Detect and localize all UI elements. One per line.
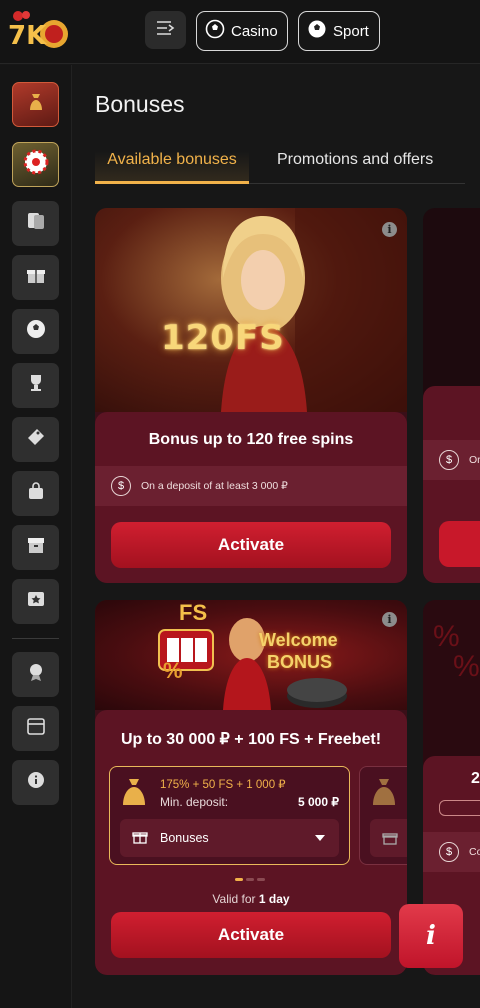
info-fab-button[interactable]: i (399, 904, 463, 968)
dollar-coin-icon: $ (111, 476, 131, 496)
validity-value: 1 day (258, 892, 290, 906)
bonus-panel: Up to 30 000 ₽ + 100 FS + Freebet! 175% … (95, 710, 407, 975)
bonus-title: Up to 30 000 ₽ + 100 FS + Freebet! (120, 731, 382, 748)
bonus-option-selected[interactable]: 175% + 50 FS + 1 000 ₽ Min. deposit: 5 0… (109, 766, 350, 865)
info-icon[interactable]: i (382, 612, 397, 627)
menu-collapse-icon (156, 20, 176, 41)
carousel-dot[interactable] (235, 878, 243, 881)
bonus-panel: Bonus up to 120 free spins $ On a deposi… (95, 412, 407, 583)
bonus-type-select[interactable]: Bonuses (120, 819, 339, 857)
bonus-card-peek[interactable]: $ Or (423, 208, 480, 583)
peek-deposit-row: $ Co (423, 832, 480, 872)
validity-text: Valid for 1 day (95, 892, 407, 906)
soccer-ball-icon (205, 19, 225, 43)
hero-fs: FS (179, 600, 208, 625)
bonus-card: FS % Welcome BONUS i Up to 30 000 ₽ + 10… (95, 600, 407, 975)
percent-icon: % (453, 650, 480, 683)
info-icon (27, 771, 45, 794)
percent-icon: % (163, 658, 183, 683)
hero-bonus: BONUS (267, 652, 333, 672)
sidebar-item-cards[interactable] (12, 201, 59, 246)
casino-button[interactable]: Casino (196, 11, 288, 51)
sidebar-item-vip[interactable] (12, 579, 59, 624)
deposit-condition: $ On a deposit of at least 3 000 ₽ (95, 466, 407, 506)
gift-icon (382, 830, 398, 851)
peek-deposit-row: $ Or (423, 440, 480, 480)
calendar-icon (25, 715, 47, 742)
carousel-dot[interactable] (246, 878, 254, 881)
min-deposit-value: 5 000 ₽ (298, 795, 339, 809)
top-bar: 7K Casino Sport (0, 0, 480, 64)
money-bag-icon (370, 777, 398, 812)
bonus-hero-image: FS % Welcome BONUS i (95, 600, 407, 710)
sidebar-item-roulette[interactable] (12, 142, 59, 187)
shopping-bag-icon (25, 480, 47, 507)
peek-deposit-text: Co (469, 846, 480, 858)
sport-button[interactable]: Sport (298, 11, 380, 51)
carousel-dot[interactable] (257, 878, 265, 881)
sidebar-item-sport[interactable] (12, 309, 59, 354)
gift-icon (132, 829, 148, 848)
casino-label: Casino (231, 22, 278, 40)
sidebar-item-tournaments[interactable] (12, 363, 59, 408)
min-deposit-label: Min. deposit: (160, 795, 229, 809)
dollar-coin-icon: $ (439, 450, 459, 470)
hero-text: 120FS (161, 318, 285, 358)
cards-icon (25, 210, 47, 237)
peek-title: 2 (471, 770, 480, 787)
sidebar-item-bonuses[interactable] (12, 82, 59, 127)
bonus-title: Bonus up to 120 free spins (148, 431, 354, 448)
menu-toggle-button[interactable] (145, 11, 186, 49)
trophy-icon (25, 372, 47, 399)
sidebar-item-achievements[interactable] (12, 652, 59, 697)
logo[interactable]: 7K (6, 10, 72, 54)
bonus-type-select[interactable] (370, 819, 407, 857)
svg-text:7K: 7K (8, 21, 47, 51)
sidebar-item-calendar[interactable] (12, 706, 59, 751)
activate-button[interactable]: Activate (111, 522, 391, 568)
archive-icon (25, 534, 47, 561)
soccer-ball-icon (307, 19, 327, 43)
sidebar-item-promo[interactable] (12, 417, 59, 462)
bonus-card: 120FS i Bonus up to 120 free spins $ On … (95, 208, 407, 583)
sidebar-item-info[interactable] (12, 760, 59, 805)
tab-promotions[interactable]: Promotions and offers (277, 151, 433, 169)
activate-button[interactable]: Activate (111, 912, 391, 958)
info-icon[interactable]: i (382, 222, 397, 237)
main-content: Bonuses Available bonuses Promotions and… (72, 65, 480, 1008)
validity-prefix: Valid for (212, 892, 256, 906)
carousel-dots (235, 878, 265, 881)
money-bag-icon (120, 777, 148, 807)
option-amount: 175% + 50 FS + 1 000 ₽ (160, 779, 286, 791)
dollar-coin-icon: $ (439, 842, 459, 862)
bonus-option[interactable] (359, 766, 407, 865)
peek-activate-button[interactable] (439, 521, 480, 567)
deposit-text: On a deposit of at least 3 000 ₽ (141, 480, 288, 492)
tab-available-bonuses[interactable]: Available bonuses (95, 151, 249, 184)
percent-icon: % (433, 620, 460, 653)
tabs: Available bonuses Promotions and offers (95, 145, 465, 184)
award-icon (25, 661, 47, 688)
soccer-ball-icon (25, 318, 47, 345)
sidebar-item-archive[interactable] (12, 525, 59, 570)
info-icon: i (426, 921, 436, 951)
sidebar (0, 65, 72, 1008)
bonus-hero-image: 120FS i (95, 208, 407, 412)
sidebar-divider (12, 638, 59, 639)
peek-deposit-text: Or (469, 454, 480, 466)
money-bag-icon (24, 90, 48, 119)
star-box-icon (25, 588, 47, 615)
roulette-icon (23, 149, 49, 180)
select-value: Bonuses (160, 831, 209, 845)
hero-welcome: Welcome (259, 630, 338, 650)
ticket-icon (25, 426, 47, 453)
sidebar-item-gifts[interactable] (12, 255, 59, 300)
gift-icon (25, 264, 47, 291)
sidebar-item-shop[interactable] (12, 471, 59, 516)
sport-label: Sport (333, 22, 369, 40)
page-title: Bonuses (95, 91, 185, 117)
chevron-down-icon (315, 835, 325, 841)
peek-progress (439, 800, 480, 816)
